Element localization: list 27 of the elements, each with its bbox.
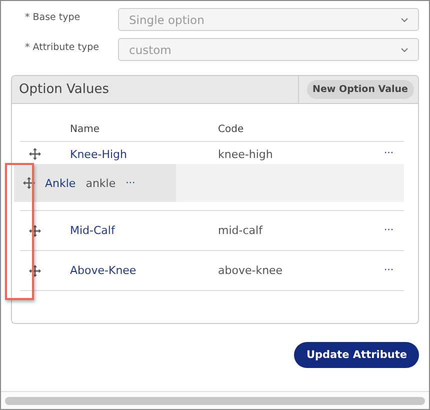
more-menu[interactable]: ··· [384, 265, 404, 276]
option-name-link[interactable]: Mid-Calf [70, 224, 218, 237]
move-icon[interactable] [29, 224, 41, 236]
move-icon[interactable] [29, 148, 41, 160]
more-menu[interactable]: ··· [126, 178, 136, 188]
chevron-down-icon [401, 48, 408, 52]
scrollbar[interactable] [5, 397, 425, 405]
update-attribute-button[interactable]: Update Attribute [294, 342, 419, 368]
option-code: knee-high [218, 148, 274, 161]
move-icon[interactable] [29, 264, 41, 276]
more-menu[interactable]: ··· [384, 225, 404, 236]
dragged-row[interactable]: Ankle ankle ··· [14, 164, 176, 202]
option-name-link[interactable]: Ankle [45, 176, 76, 190]
panel-title: Option Values [18, 82, 109, 97]
option-name-link[interactable]: Above-Knee [70, 264, 218, 277]
option-code: mid-calf [218, 224, 264, 237]
option-code: ankle [86, 176, 116, 190]
move-icon[interactable] [23, 177, 35, 189]
field-label: * Attribute type [25, 41, 100, 53]
column-header: Code [218, 124, 245, 135]
chevron-down-icon [401, 18, 408, 22]
new-option-value-button[interactable]: New Option Value [306, 80, 414, 99]
option-code: above-knee [218, 264, 284, 277]
column-header: Name [70, 124, 101, 135]
field-label: * Base type [25, 11, 82, 23]
more-menu[interactable]: ··· [384, 148, 404, 159]
option-name-link[interactable]: Knee-High [70, 148, 218, 161]
